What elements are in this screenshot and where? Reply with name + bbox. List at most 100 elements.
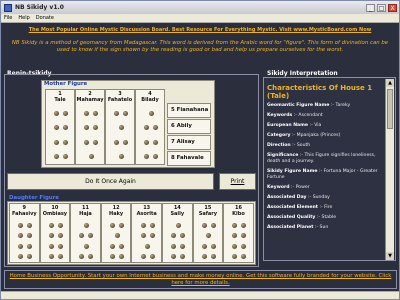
- geomancy-dot: [57, 243, 63, 249]
- geomancy-dot: [110, 243, 116, 249]
- figure-column-title: 10 Ombiasy: [41, 205, 70, 217]
- geomancy-dot: [232, 222, 238, 228]
- side-row-num: 8: [171, 155, 175, 161]
- figure-column-16: 16 Kibo: [223, 203, 254, 263]
- status-bar: [1, 291, 399, 299]
- geomancy-dot: [27, 254, 33, 260]
- scroll-thumb[interactable]: [387, 89, 393, 129]
- geomancy-dot: [119, 254, 125, 260]
- geomancy-dot: [54, 125, 59, 131]
- figure-name: Haky: [109, 211, 124, 217]
- geomancy-dot: [210, 254, 216, 260]
- geomancy-dot: [63, 139, 68, 145]
- interpretation-row: Associated Quality :- Stable: [267, 215, 384, 221]
- geomancy-dot: [114, 110, 119, 116]
- figure-dots: [163, 220, 192, 268]
- geomancy-dot: [88, 254, 94, 260]
- menu-help[interactable]: Help: [18, 15, 29, 21]
- interpretation-value: Tareky: [335, 103, 351, 108]
- geomancy-dot: [54, 139, 59, 145]
- geomancy-dot: [119, 243, 125, 249]
- figure-name: Fahatelo: [107, 97, 133, 103]
- interpretation-key: Keywords: [267, 113, 293, 118]
- figure-column-1: 1 Tale: [45, 89, 75, 165]
- menu-donate[interactable]: Donate: [36, 15, 54, 21]
- geomancy-dot: [232, 233, 238, 239]
- geomancy-dot: [63, 110, 68, 116]
- print-button[interactable]: Print: [219, 173, 256, 190]
- figure-column-title: 15 Safary: [194, 205, 223, 217]
- geomancy-dot: [241, 222, 247, 228]
- figure-name: Asorita: [136, 211, 157, 217]
- geomancy-dot: [149, 233, 155, 239]
- interpretation-value: Mpanjaka (Princes): [296, 133, 341, 138]
- maximize-button[interactable]: □: [377, 3, 386, 12]
- interpretation-scrollbar[interactable]: ▲ ▼: [385, 79, 394, 260]
- close-button[interactable]: X: [388, 3, 397, 12]
- geomancy-dot: [27, 243, 33, 249]
- interpretation-key: Sikidy Figure Name: [267, 169, 318, 174]
- banner-link[interactable]: The Most Popular Online Mystic Discussio…: [6, 25, 394, 36]
- geomancy-dot: [180, 254, 186, 260]
- geomancy-dot: [153, 154, 158, 160]
- interpretation-key: Category: [267, 133, 291, 138]
- geomancy-dot: [140, 254, 146, 260]
- geomancy-dot: [48, 233, 54, 239]
- title-bar[interactable]: NB Sikidy v1.0 _ □ X: [1, 1, 399, 14]
- figure-column-9: 9 Fahasivy: [9, 203, 40, 263]
- geomancy-dot: [93, 110, 98, 116]
- interpretation-row: Direction :- South: [267, 143, 384, 149]
- interpretation-value: South: [296, 143, 311, 148]
- scroll-down-icon[interactable]: ▼: [386, 252, 394, 260]
- geomancy-dot: [206, 233, 212, 239]
- figure-dots: [10, 220, 39, 268]
- footer-link[interactable]: Home Business Opportunity. Start your ow…: [4, 270, 397, 289]
- geomancy-dot: [63, 125, 68, 131]
- interpretation-key: Significance: [267, 153, 299, 158]
- side-row-num: 5: [171, 107, 175, 113]
- interpretation-heading: Characteristics Of House 1 (Tale): [267, 84, 373, 100]
- geomancy-dot: [54, 110, 59, 116]
- geomancy-dot: [149, 222, 155, 228]
- menu-file[interactable]: File: [4, 15, 12, 21]
- geomancy-dot: [83, 243, 89, 249]
- side-row-num: 6: [171, 123, 175, 129]
- side-row-num: 7: [171, 139, 175, 145]
- side-row-name: Abily: [176, 123, 192, 129]
- interpretation-key: European Name: [267, 123, 309, 128]
- geomancy-dot: [180, 233, 186, 239]
- geomancy-dot: [171, 233, 177, 239]
- do-it-once-again-button[interactable]: Do It Once Again: [7, 173, 214, 190]
- figure-column-title: 3 Fahatelo: [106, 91, 134, 103]
- menu-bar: File Help Donate: [1, 14, 399, 23]
- geomancy-dot: [232, 243, 238, 249]
- geomancy-dot: [171, 254, 177, 260]
- geomancy-dot: [63, 154, 68, 160]
- geomancy-dot: [148, 110, 154, 116]
- figure-column-13: 13 Asorita: [131, 203, 162, 263]
- geomancy-dot: [57, 222, 63, 228]
- figure-column-11: 11 Haja: [70, 203, 101, 263]
- interpretation-panel: Characteristics Of House 1 (Tale) Geoman…: [263, 77, 396, 261]
- geomancy-dot: [153, 125, 158, 131]
- scroll-up-icon[interactable]: ▲: [386, 79, 394, 87]
- geomancy-dot: [171, 243, 177, 249]
- figure-column-14: 14 Saily: [162, 203, 193, 263]
- geomancy-dot: [175, 222, 181, 228]
- interpretation-key: Direction: [267, 143, 291, 148]
- geomancy-dot: [153, 139, 158, 145]
- geomancy-dot: [144, 125, 149, 131]
- intro-text: NB Sikidy is a method of geomancy from M…: [11, 40, 389, 53]
- geomancy-dot: [48, 254, 54, 260]
- figure-dots: [71, 220, 100, 268]
- figure-column-10: 10 Ombiasy: [39, 203, 71, 263]
- geomancy-dot: [241, 233, 247, 239]
- figure-dots: [41, 220, 70, 268]
- geomancy-dot: [114, 233, 120, 239]
- minimize-button[interactable]: _: [366, 3, 375, 12]
- geomancy-dot: [123, 139, 128, 145]
- interpretation-value: Sun: [319, 225, 329, 230]
- window-title: NB Sikidy v1.0: [15, 4, 64, 11]
- geomancy-dot: [57, 254, 63, 260]
- figure-dots: [194, 220, 223, 268]
